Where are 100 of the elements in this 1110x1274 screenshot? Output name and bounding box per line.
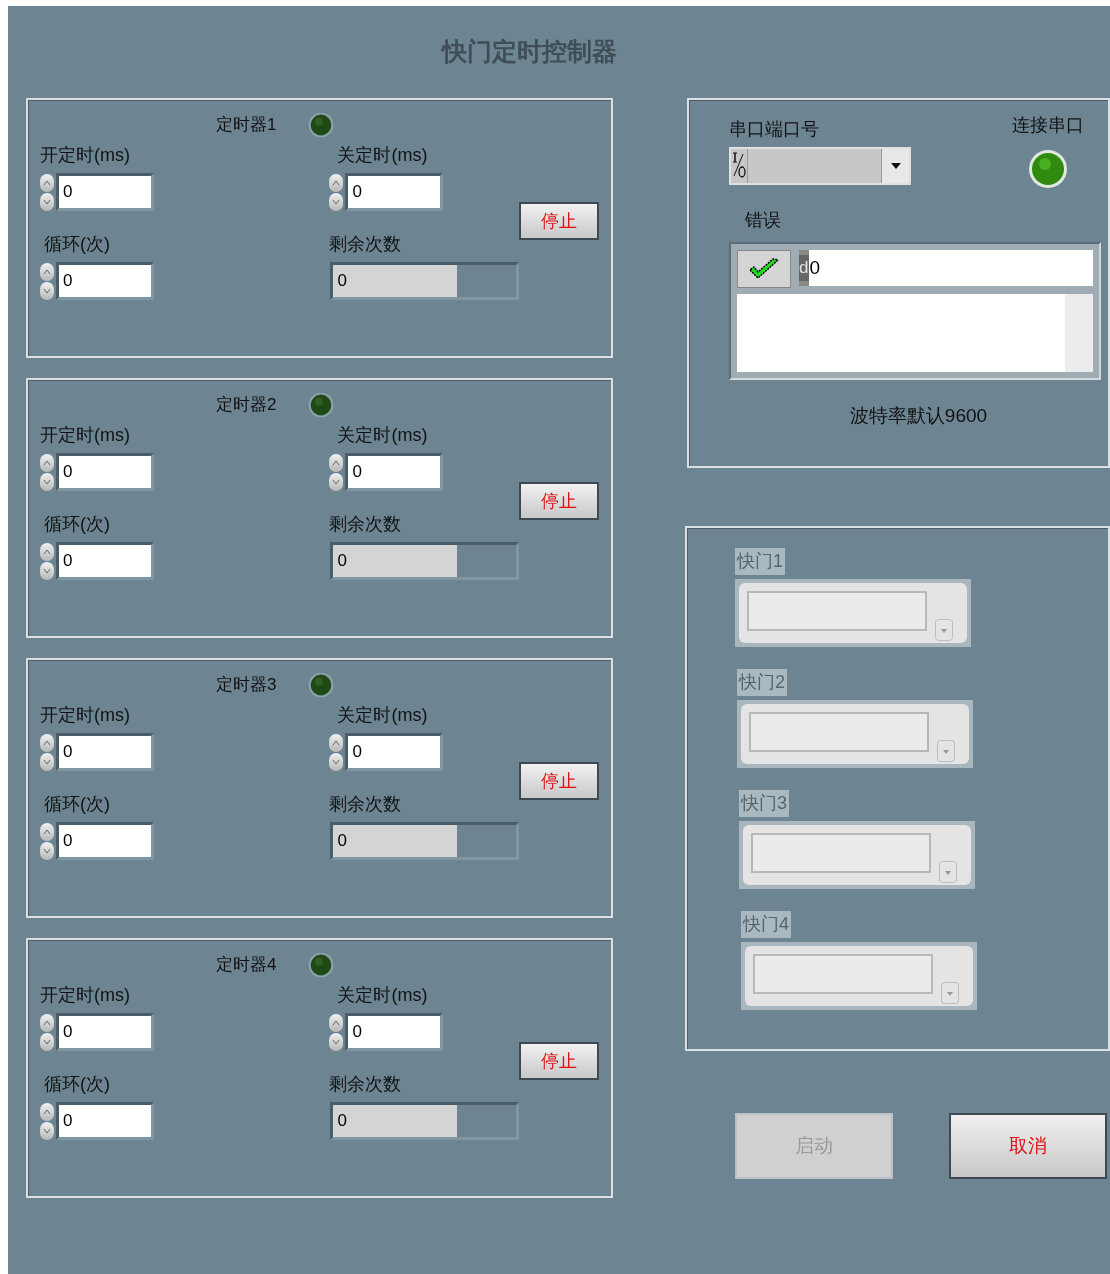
field-label: 开定时(ms) xyxy=(40,424,131,447)
numeric-field[interactable]: 0 xyxy=(59,736,151,768)
caret-up-icon xyxy=(332,459,341,466)
shutter-dropdown[interactable] xyxy=(741,704,969,764)
io-icon xyxy=(731,150,747,180)
decrement-button[interactable] xyxy=(40,752,54,771)
stop-button[interactable]: 停止 xyxy=(519,202,599,240)
numeric-field[interactable]: 0 xyxy=(59,456,151,488)
caret-icon xyxy=(939,861,957,883)
field-label: 循环(次) xyxy=(44,1073,111,1096)
shutter-dropdown[interactable] xyxy=(745,946,973,1006)
window-title: 快门定时控制器 xyxy=(441,36,617,68)
stop-button[interactable]: 停止 xyxy=(519,762,599,800)
caret-up-icon xyxy=(43,459,51,466)
caret-down-icon xyxy=(43,478,51,485)
decrement-button[interactable] xyxy=(40,1032,54,1051)
numeric-field[interactable]: 0 xyxy=(348,1016,441,1048)
decrement-button[interactable] xyxy=(329,472,344,491)
shutter-label: 快门1 xyxy=(735,548,785,575)
increment-button[interactable] xyxy=(329,733,344,752)
field-label: 剩余次数 xyxy=(329,513,403,536)
numeric-field[interactable]: 0 xyxy=(348,456,441,488)
caret-icon xyxy=(935,619,953,641)
increment-button[interactable] xyxy=(40,733,54,752)
caret-down-icon xyxy=(332,198,341,205)
increment-button[interactable] xyxy=(40,262,54,281)
field-label: 剩余次数 xyxy=(329,793,403,816)
decrement-button[interactable] xyxy=(40,192,54,211)
numeric-field[interactable]: 0 xyxy=(59,825,151,857)
caret-icon xyxy=(941,982,959,1004)
increment-button[interactable] xyxy=(40,173,54,192)
numeric-field[interactable]: 0 xyxy=(59,265,151,297)
increment-button[interactable] xyxy=(40,453,54,472)
timer-title: 定时器4 xyxy=(216,954,277,977)
increment-button[interactable] xyxy=(329,1013,344,1032)
code-value: 0 xyxy=(809,255,821,280)
indicator-display: 0 xyxy=(333,825,458,857)
caret-up-icon xyxy=(43,179,51,186)
stop-button[interactable]: 停止 xyxy=(519,1042,599,1080)
timer-title: 定时器1 xyxy=(216,114,277,137)
caret-down-icon xyxy=(43,1127,51,1134)
decrement-button[interactable] xyxy=(329,1032,344,1051)
decrement-button[interactable] xyxy=(40,841,54,860)
caret-up-icon xyxy=(43,1108,51,1115)
decrement-button[interactable] xyxy=(40,281,54,300)
caret-down-icon xyxy=(332,478,341,485)
decrement-button[interactable] xyxy=(329,192,344,211)
status-button[interactable] xyxy=(737,250,791,288)
caret-down-icon xyxy=(43,758,51,765)
field-label: 关定时(ms) xyxy=(337,704,429,727)
numeric-field[interactable]: 0 xyxy=(59,1105,151,1137)
field-label: 关定时(ms) xyxy=(337,984,429,1007)
caret-icon xyxy=(890,163,901,169)
check-icon xyxy=(747,257,781,281)
shutter-label: 快门3 xyxy=(739,790,789,817)
caret-up-icon xyxy=(332,739,341,746)
radix-label: d xyxy=(799,255,810,281)
field-label: 串口端口号 xyxy=(729,118,820,141)
indicator-display: 0 xyxy=(333,1105,458,1137)
numeric-field[interactable]: 0 xyxy=(59,1016,151,1048)
stop-button[interactable]: 停止 xyxy=(519,482,599,520)
decrement-button[interactable] xyxy=(40,561,54,580)
decrement-button[interactable] xyxy=(329,752,344,771)
increment-button[interactable] xyxy=(40,1102,54,1121)
shutter-label: 快门2 xyxy=(737,669,787,696)
field-label: 关定时(ms) xyxy=(337,144,429,167)
increment-button[interactable] xyxy=(329,453,344,472)
increment-button[interactable] xyxy=(40,822,54,841)
caret-up-icon xyxy=(43,1019,51,1026)
shutter-dropdown[interactable] xyxy=(739,583,967,643)
decrement-button[interactable] xyxy=(40,472,54,491)
increment-button[interactable] xyxy=(40,1013,54,1032)
numeric-field[interactable]: 0 xyxy=(59,545,151,577)
field-label: 剩余次数 xyxy=(329,1073,403,1096)
field-label: 开定时(ms) xyxy=(40,144,131,167)
caret-down-icon xyxy=(43,1038,51,1045)
caret-up-icon xyxy=(43,548,51,555)
field-label: 开定时(ms) xyxy=(40,984,131,1007)
caret-down-icon xyxy=(332,1038,341,1045)
field-label: 循环(次) xyxy=(44,233,111,256)
indicator-display: 0 xyxy=(333,545,458,577)
caret-up-icon xyxy=(43,828,51,835)
caret-up-icon xyxy=(43,739,51,746)
numeric-field[interactable]: 0 xyxy=(348,736,441,768)
decrement-button[interactable] xyxy=(40,1121,54,1140)
caret-down-icon xyxy=(43,847,51,854)
cancel-button[interactable]: 取消 xyxy=(949,1113,1107,1179)
timer-title: 定时器2 xyxy=(216,394,277,417)
caret-up-icon xyxy=(332,179,341,186)
shutter-dropdown[interactable] xyxy=(743,825,971,885)
field-label: 循环(次) xyxy=(44,793,111,816)
numeric-field[interactable]: 0 xyxy=(59,176,151,208)
baud-note: 波特率默认9600 xyxy=(849,404,988,428)
numeric-field[interactable]: 0 xyxy=(348,176,441,208)
increment-button[interactable] xyxy=(40,542,54,561)
increment-button[interactable] xyxy=(329,173,344,192)
port-dropdown[interactable] xyxy=(729,147,911,185)
caret-icon xyxy=(937,740,955,762)
field-label: 连接串口 xyxy=(1012,114,1084,137)
caret-down-icon xyxy=(43,198,51,205)
